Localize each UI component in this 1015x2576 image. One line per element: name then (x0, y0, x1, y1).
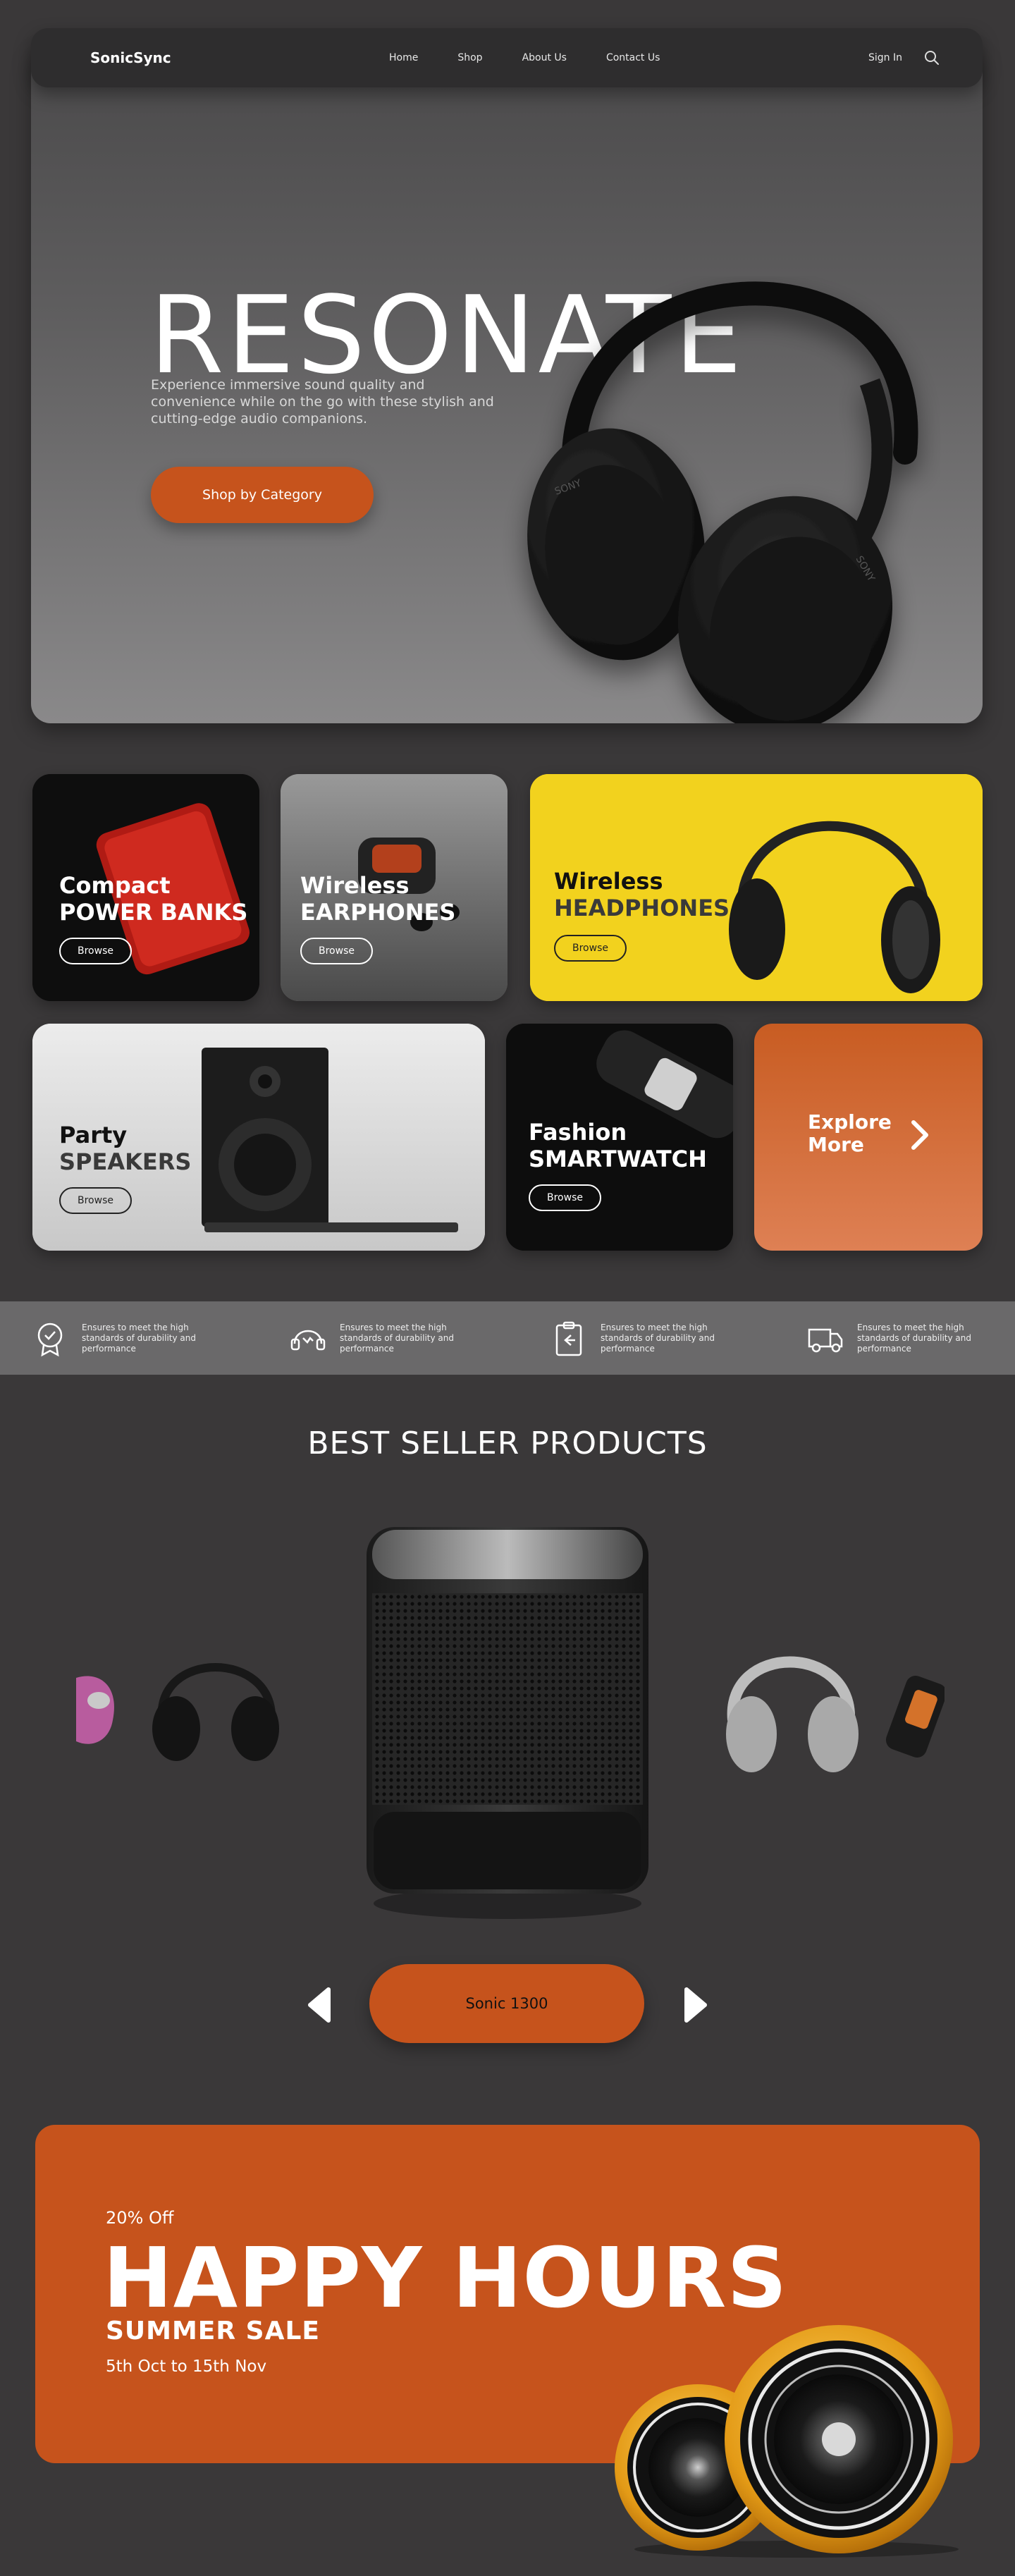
category-card-earphones[interactable]: Wireless EARPHONES Browse (281, 774, 508, 1001)
nav-link-shop[interactable]: Shop (457, 52, 482, 63)
sign-in-link[interactable]: Sign In (868, 52, 902, 63)
card-line1: Wireless (554, 868, 663, 895)
promo-subtitle: SUMMER SALE (106, 2317, 320, 2345)
browse-button[interactable]: Browse (59, 1187, 132, 1214)
features-bar: Ensures to meet the high standards of du… (0, 1301, 1015, 1375)
category-card-smartwatch[interactable]: Fashion SMARTWATCH Browse (506, 1024, 733, 1251)
product-carousel (76, 1527, 945, 1919)
card-line2: EARPHONES (300, 899, 456, 926)
shop-by-category-button[interactable]: Shop by Category (151, 467, 374, 523)
category-card-headphones[interactable]: Wireless HEADPHONES Browse (530, 774, 983, 1001)
feature-item: Ensures to meet the high standards of du… (289, 1320, 464, 1358)
feature-item: Ensures to meet the high standards of du… (550, 1320, 725, 1358)
delivery-truck-icon (808, 1328, 843, 1353)
browse-button[interactable]: Browse (300, 938, 373, 964)
clipboard-return-icon (555, 1321, 582, 1356)
feature-item: Ensures to meet the high standards of du… (31, 1320, 206, 1358)
category-card-speakers[interactable]: Party SPEAKERS Browse (32, 1024, 485, 1251)
carousel-item-smartwatch[interactable] (883, 1673, 945, 1760)
card-line2: SMARTWATCH (529, 1146, 707, 1172)
chevron-right-icon (911, 1120, 928, 1150)
category-card-power-banks[interactable]: Compact POWER BANKS Browse (32, 774, 259, 1001)
featured-product-name-button[interactable]: Sonic 1300 (369, 1964, 644, 2043)
browse-button[interactable]: Browse (554, 935, 627, 962)
nav-link-about-us[interactable]: About Us (522, 52, 567, 63)
carousel-item-earbuds[interactable] (76, 1676, 114, 1744)
nav-link-home[interactable]: Home (389, 52, 418, 63)
feature-text: Ensures to meet the high standards of du… (82, 1323, 196, 1354)
top-navbar: SonicSync Home Shop About Us Contact Us … (31, 28, 983, 87)
card-line1: Compact (59, 872, 171, 899)
search-icon[interactable] (923, 49, 940, 66)
explore-more-line2: More (808, 1133, 864, 1156)
card-line2: HEADPHONES (554, 895, 730, 921)
card-line2: POWER BANKS (59, 899, 248, 926)
feature-text: Ensures to meet the high standards of du… (857, 1323, 971, 1354)
card-line1: Fashion (529, 1119, 627, 1146)
card-line2: SPEAKERS (59, 1148, 192, 1175)
carousel-prev-icon[interactable] (306, 1985, 334, 2025)
feature-text: Ensures to meet the high standards of du… (340, 1323, 454, 1354)
promo-speakers-image (615, 2325, 959, 2558)
feature-text: Ensures to meet the high standards of du… (601, 1323, 715, 1354)
hero-banner: RESONATE Experience immersive sound qual… (31, 44, 983, 723)
carousel-next-icon[interactable] (681, 1985, 709, 2025)
promo-discount: 20% Off (106, 2208, 174, 2228)
card-line1: Party (59, 1122, 128, 1148)
explore-more-card[interactable]: Explore More (754, 1024, 983, 1251)
promo-dates: 5th Oct to 15th Nov (106, 2357, 267, 2376)
carousel-item-speaker-featured[interactable] (367, 1527, 648, 1919)
browse-button[interactable]: Browse (59, 938, 132, 964)
feature-item: Ensures to meet the high standards of du… (806, 1320, 981, 1358)
explore-more-line1: Explore (808, 1110, 892, 1134)
carousel-item-headphones-silver[interactable] (726, 1656, 859, 1773)
carousel-item-headphones-black[interactable] (152, 1663, 279, 1761)
brand-logo[interactable]: SonicSync (90, 49, 171, 66)
browse-button[interactable]: Browse (529, 1184, 601, 1211)
card-line1: Wireless (300, 872, 410, 899)
award-badge-icon (37, 1323, 63, 1357)
hero-headphones-image: SONY SONY (527, 281, 918, 723)
best-seller-title: BEST SELLER PRODUCTS (307, 1425, 708, 1461)
headset-support-icon (290, 1330, 326, 1351)
nav-link-contact-us[interactable]: Contact Us (606, 52, 660, 63)
nav-links: Home Shop About Us Contact Us (389, 52, 699, 63)
